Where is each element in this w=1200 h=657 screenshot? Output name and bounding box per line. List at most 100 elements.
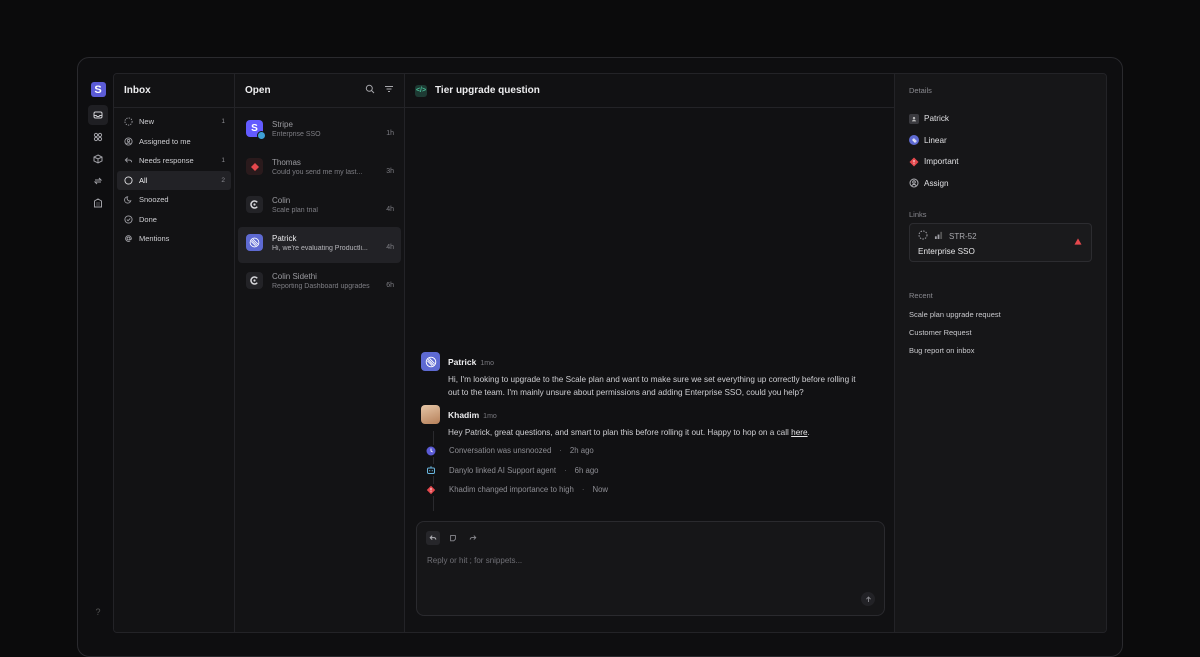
message-patrick: Patrick 1mo Hi, I'm looking to upgrade to… [421, 352, 868, 399]
details-company[interactable]: Linear [909, 130, 1092, 152]
help-icon[interactable]: ? [95, 607, 100, 617]
check-circle-icon [123, 214, 133, 224]
inbox-item-done[interactable]: Done [117, 210, 231, 230]
conversation-snippet: Enterprise SSO [272, 131, 321, 138]
user-circle-icon [123, 136, 133, 146]
inbox-item-count: 1 [221, 157, 225, 165]
call-link[interactable]: here [791, 428, 807, 437]
conversation-time: 4h [386, 244, 394, 251]
timeline-event: Danylo linked AI Support agent · 6h ago [425, 461, 608, 481]
building-icon[interactable] [88, 193, 108, 213]
inbox-icon[interactable] [88, 105, 108, 125]
message-text: Hey Patrick, great questions, and smart … [448, 428, 792, 437]
sync-icon[interactable] [88, 171, 108, 191]
cube-icon[interactable] [88, 149, 108, 169]
inbox-item-all[interactable]: All 2 [117, 170, 231, 190]
event-time: Now [592, 485, 609, 495]
clock-icon [425, 444, 437, 457]
details-contact[interactable]: Patrick [909, 108, 1092, 130]
conversation-item-stripe[interactable]: S Stripe Enterprise SSO 1h [238, 113, 401, 149]
message-author: Khadim [448, 410, 480, 420]
event-time: 2h ago [569, 446, 594, 456]
note-icon[interactable] [446, 531, 460, 545]
inbox-item-assigned[interactable]: Assigned to me [117, 132, 231, 152]
avatar [421, 405, 440, 424]
app-logo[interactable]: S [90, 82, 106, 97]
code-icon: </> [415, 84, 427, 97]
app-window: Inbox New 1 Assigned to me Needs respons… [113, 73, 1107, 633]
circle-icon [123, 175, 133, 185]
conversation-title: Tier upgrade question [435, 85, 540, 96]
inbox-title: Inbox [114, 74, 234, 108]
activity-timeline: Conversation was unsnoozed · 2h ago Danylo… [425, 431, 609, 511]
conversation-name: Colin [272, 196, 291, 205]
conversation-snippet: Hi, we're evaluating Productli... [272, 245, 368, 252]
details-assign[interactable]: Assign [909, 173, 1092, 195]
conversation-item-colin[interactable]: Colin Scale plan trial 4h [238, 189, 401, 225]
conversation-name: Thomas [272, 158, 301, 167]
inbox-item-mentions[interactable]: Mentions [117, 229, 231, 249]
forward-icon[interactable] [466, 531, 480, 545]
conversation-item-patrick[interactable]: Patrick Hi, we're evaluating Productli..… [238, 227, 401, 263]
conversation-header: </> Tier upgrade question [405, 74, 894, 108]
filter-icon[interactable] [384, 84, 394, 97]
conversation-name: Patrick [272, 234, 297, 243]
list-header: Open [235, 74, 404, 108]
avatar [421, 352, 440, 371]
separator-dot: · [581, 485, 585, 495]
inbox-item-label: Mentions [139, 234, 170, 244]
timeline-event: Conversation was unsnoozed · 2h ago [425, 441, 608, 461]
conversation-snippet: Scale plan trial [272, 207, 318, 214]
warning-triangle-icon [1074, 232, 1082, 250]
details-row-label: Important [924, 157, 959, 167]
details-row-label: Linear [924, 135, 947, 145]
conversation-list: Open S Stripe Enterprise SSO 1h Thomas C… [235, 74, 405, 632]
send-button[interactable] [861, 592, 875, 606]
recent-item[interactable]: Bug report on inbox [909, 342, 1092, 360]
reply-icon [123, 156, 133, 166]
inbox-item-snoozed[interactable]: Snoozed [117, 190, 231, 210]
conversation-item-thomas[interactable]: Thomas Could you send me my last... 3h [238, 151, 401, 187]
reply-input-placeholder[interactable]: Reply or hit ; for snippets... [417, 545, 884, 576]
avatar [246, 158, 263, 175]
details-title: Details [909, 86, 932, 95]
avatar [246, 196, 263, 213]
message-khadim: Khadim 1mo Hey Patrick, great questions, … [421, 405, 868, 439]
linear-logo-icon [909, 135, 919, 146]
message-time: 1mo [480, 360, 494, 367]
separator-dot: · [564, 465, 567, 475]
inbox-filter-list: New 1 Assigned to me Needs response 1 Al… [114, 108, 234, 253]
message-tail: . [807, 428, 810, 437]
recent-item[interactable]: Customer Request [909, 323, 1092, 341]
search-icon[interactable] [365, 84, 375, 97]
conversation-item-colin-sidethi[interactable]: Colin Sidethi Reporting Dashboard upgrad… [238, 265, 401, 301]
backlog-status-icon [918, 230, 928, 242]
message-body: Hey Patrick, great questions, and smart … [448, 426, 868, 439]
conversation-time: 4h [386, 206, 394, 213]
priority-icon [425, 483, 437, 496]
separator-dot: · [559, 446, 562, 456]
app-rail: S ? [83, 73, 113, 629]
issue-id: STR-52 [949, 231, 977, 241]
verified-badge-icon [257, 131, 266, 140]
inbox-item-needs-response[interactable]: Needs response 1 [117, 151, 231, 171]
recent-item[interactable]: Scale plan upgrade request [909, 305, 1092, 323]
conversation-view: </> Tier upgrade question Patrick 1mo Hi,… [405, 74, 895, 632]
event-text: Danylo linked AI Support agent [449, 465, 557, 475]
links-title: Links [909, 210, 927, 219]
conversation-snippet: Could you send me my last... [272, 169, 363, 176]
conversation-time: 1h [386, 130, 394, 137]
reply-icon[interactable] [426, 531, 440, 545]
message-author: Patrick [448, 357, 477, 367]
details-priority[interactable]: Important [909, 151, 1092, 173]
reply-composer[interactable]: Reply or hit ; for snippets... [416, 521, 885, 616]
apps-icon[interactable] [88, 127, 108, 147]
assign-icon [909, 178, 919, 188]
inbox-item-new[interactable]: New 1 [117, 112, 231, 132]
avatar [246, 272, 263, 289]
message-time: 1mo [483, 413, 497, 420]
event-text: Conversation was unsnoozed [449, 446, 552, 456]
conversation-snippet: Reporting Dashboard upgrades [272, 283, 370, 290]
inbox-item-label: Needs response [139, 156, 194, 166]
linked-issue-card[interactable]: STR-52 Enterprise SSO [909, 223, 1092, 262]
